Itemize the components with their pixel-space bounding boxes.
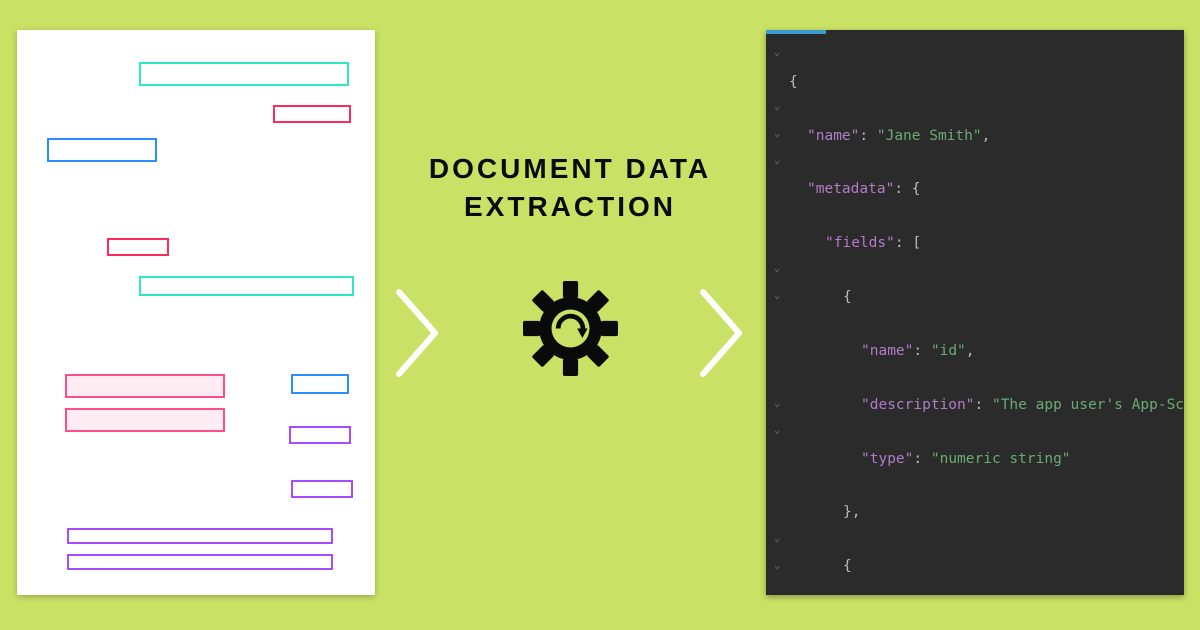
- document-field-box: [139, 62, 349, 86]
- document-field-box: [67, 528, 333, 544]
- document-field-box: [273, 105, 351, 123]
- document-field-box: [47, 138, 157, 162]
- document-field-box: [139, 276, 354, 296]
- code-token: "id": [931, 343, 966, 359]
- json-output-editor: ⌄ ⌄ ⌄ ⌄ ⌄ ⌄ ⌄ ⌄ ⌄ ⌄ { "name": "Jane Smit…: [766, 30, 1184, 595]
- document-field-box: [291, 374, 349, 394]
- document-field-box: [65, 408, 225, 432]
- code-token: "The app user's App-Sc: [992, 397, 1184, 413]
- document-field-box: [289, 426, 351, 444]
- code-token: {: [912, 181, 921, 197]
- code-token: "Jane Smith": [877, 128, 982, 144]
- code-token: :: [859, 128, 876, 144]
- code-token: "name": [807, 128, 859, 144]
- code-token: :: [913, 451, 930, 467]
- code-token: "description": [861, 397, 975, 413]
- heading-line-1: DOCUMENT DATA: [429, 153, 711, 184]
- diagram-heading: DOCUMENT DATA EXTRACTION: [429, 150, 711, 226]
- source-document-panel: [17, 30, 375, 595]
- code-token: {: [789, 74, 798, 90]
- code-token: {: [843, 558, 852, 574]
- code-token: ,: [982, 128, 991, 144]
- code-token: "fields": [825, 235, 895, 251]
- gear-refresh-icon: [523, 281, 618, 376]
- heading-line-2: EXTRACTION: [464, 191, 676, 222]
- code-token: :: [975, 397, 992, 413]
- document-field-box: [291, 480, 353, 498]
- code-token: ,: [966, 343, 975, 359]
- editor-gutter: ⌄ ⌄ ⌄ ⌄ ⌄ ⌄ ⌄ ⌄ ⌄ ⌄: [766, 42, 788, 592]
- code-token: ,: [852, 504, 861, 520]
- code-token: [: [912, 235, 921, 251]
- document-field-box: [67, 554, 333, 570]
- code-token: :: [913, 343, 930, 359]
- code-token: "type": [861, 451, 913, 467]
- document-field-box: [65, 374, 225, 398]
- center-caption-area: DOCUMENT DATA EXTRACTION: [390, 150, 750, 376]
- code-content: { "name": "Jane Smith", "metadata": { "f…: [789, 42, 1184, 595]
- code-token: :: [895, 235, 912, 251]
- code-token: "numeric string": [931, 451, 1071, 467]
- document-field-box: [107, 238, 169, 256]
- code-token: "metadata": [807, 181, 894, 197]
- code-token: {: [843, 289, 852, 305]
- editor-active-tab-indicator: [766, 30, 826, 34]
- code-token: :: [894, 181, 911, 197]
- code-token: "name": [861, 343, 913, 359]
- code-token: }: [843, 504, 852, 520]
